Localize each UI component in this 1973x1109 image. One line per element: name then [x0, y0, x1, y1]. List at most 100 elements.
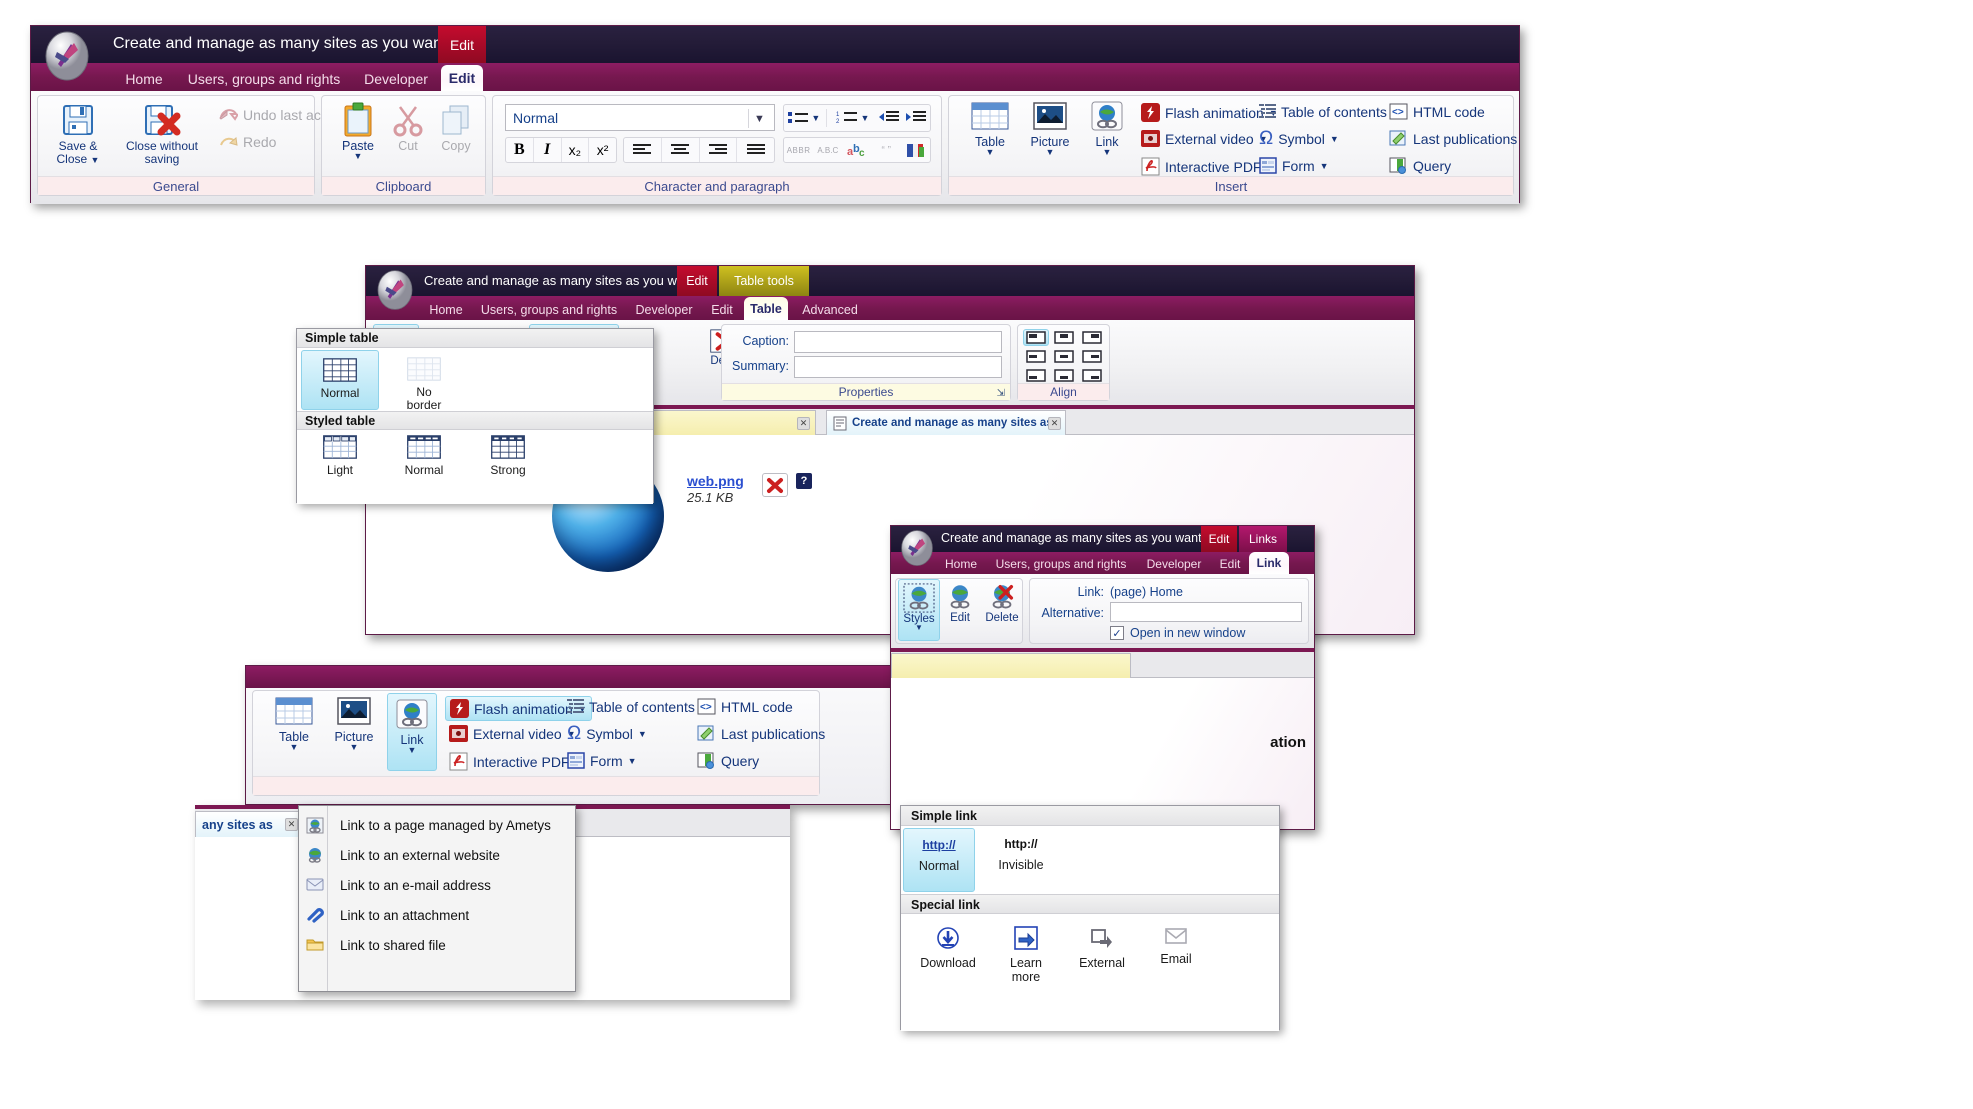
table-style-normal2-option[interactable]: Normal — [385, 434, 463, 477]
special-link-download-option[interactable]: Download — [907, 926, 989, 971]
tab-developer-3[interactable]: Developer — [1139, 554, 1209, 574]
insert-link-caret-icon-2[interactable]: ▼ — [408, 747, 417, 753]
insert-toc-button[interactable]: Table of contents — [1259, 103, 1387, 120]
cut-button[interactable]: Cut — [384, 102, 432, 153]
insert-query-button[interactable]: Query — [1389, 157, 1451, 174]
italic-button[interactable]: I — [534, 138, 562, 162]
insert-last-publications-button[interactable]: Last publications — [1389, 130, 1517, 147]
menu-item-link-page[interactable]: Link to a page managed by Ametys — [299, 810, 575, 840]
document-tab-page-2-close-icon[interactable]: ✕ — [285, 818, 298, 831]
caption-input[interactable] — [794, 331, 1002, 353]
document-tab-page-close-icon[interactable]: ✕ — [1048, 417, 1061, 430]
bullet-list-button[interactable] — [784, 110, 811, 126]
insert-form-caret-icon[interactable]: ▼ — [1320, 163, 1329, 169]
menu-item-link-external[interactable]: Link to an external website — [299, 840, 575, 870]
abbr-button[interactable]: ABBR — [784, 146, 813, 155]
table-style-light-option[interactable]: Light — [301, 434, 379, 477]
document-tab-page[interactable]: Create and manage as many sites as ✕ — [826, 410, 1066, 435]
insert-flash-button[interactable]: Flash animation ▼ — [1141, 103, 1278, 122]
special-link-external-option[interactable]: External — [1063, 926, 1141, 971]
tab-advanced[interactable]: Advanced — [794, 299, 866, 320]
insert-symbol-button[interactable]: Ω Symbol ▼ — [1259, 130, 1339, 147]
insert-form-caret-icon-2[interactable]: ▼ — [628, 758, 637, 764]
open-in-new-window-row[interactable]: ✓ Open in new window — [1110, 626, 1245, 640]
document-tab-3[interactable] — [891, 653, 1131, 678]
alternative-input[interactable] — [1110, 602, 1302, 622]
insert-symbol-caret-icon-2[interactable]: ▼ — [638, 731, 647, 737]
tab-edit-2[interactable]: Edit — [704, 299, 740, 320]
insert-toc-button-2[interactable]: Table of contents — [567, 698, 695, 715]
insert-link-caret-icon[interactable]: ▼ — [1103, 149, 1112, 155]
link-style-invisible-option[interactable]: http:// Invisible — [981, 828, 1061, 873]
insert-query-button-2[interactable]: Query — [697, 752, 759, 769]
tab-table[interactable]: Table — [744, 297, 788, 320]
open-new-window-checkbox[interactable]: ✓ — [1110, 626, 1124, 640]
table-style-normal-option[interactable]: Normal — [301, 350, 379, 410]
align-bottom-left-button[interactable] — [1023, 367, 1049, 384]
insert-link-button[interactable]: Link ▼ — [1083, 100, 1131, 155]
align-middle-left-button[interactable] — [1023, 348, 1049, 365]
insert-html-code-button[interactable]: <> HTML code — [1389, 103, 1485, 120]
align-top-left-button[interactable] — [1023, 329, 1049, 346]
tab-link[interactable]: Link — [1249, 552, 1289, 574]
close-without-saving-button[interactable]: Close without saving — [112, 102, 212, 165]
menu-item-link-email[interactable]: Link to an e-mail address — [299, 870, 575, 900]
paste-caret-icon[interactable]: ▼ — [354, 153, 363, 159]
properties-dialog-launcher-icon[interactable]: ⇲ — [997, 388, 1005, 399]
insert-external-video-button-2[interactable]: External video ▼ — [449, 725, 576, 742]
insert-form-button[interactable]: Form ▼ — [1259, 157, 1329, 174]
save-close-caret-icon[interactable]: ▼ — [91, 155, 100, 165]
align-middle-center-button[interactable] — [1051, 348, 1077, 365]
bold-button[interactable]: B — [506, 138, 534, 162]
dictionary-button[interactable] — [901, 141, 930, 159]
align-top-right-button[interactable] — [1079, 329, 1105, 346]
link-style-normal-option[interactable]: http:// Normal — [903, 828, 975, 892]
insert-external-video-button[interactable]: External video ▼ — [1141, 130, 1268, 147]
paste-button[interactable]: Paste ▼ — [332, 102, 384, 159]
tab-users-2[interactable]: Users, groups and rights — [474, 299, 624, 320]
insert-symbol-caret-icon[interactable]: ▼ — [1330, 136, 1339, 142]
menu-item-link-attachment[interactable]: Link to an attachment — [299, 900, 575, 930]
subscript-button[interactable]: x₂ — [562, 138, 590, 162]
tab-home[interactable]: Home — [117, 67, 171, 91]
chevron-down-icon[interactable]: ▼ — [748, 109, 770, 128]
align-center-button[interactable] — [662, 138, 700, 162]
link-styles-button[interactable]: Styles ▼ — [898, 579, 940, 641]
align-bottom-right-button[interactable] — [1079, 367, 1105, 384]
insert-interactive-pdf-button[interactable]: Interactive PDF ▼ — [1141, 157, 1275, 176]
insert-table-caret-icon-2[interactable]: ▼ — [290, 744, 299, 750]
tab-developer-2[interactable]: Developer — [628, 299, 700, 320]
superscript-button[interactable]: x² — [589, 138, 616, 162]
quote-button[interactable]: “ ” — [872, 145, 901, 156]
spellcheck-button[interactable]: abc — [842, 142, 871, 158]
paragraph-style-select[interactable]: Normal ▼ — [505, 104, 775, 131]
align-right-button[interactable] — [700, 138, 738, 162]
tab-home-2[interactable]: Home — [423, 299, 469, 320]
indent-button[interactable] — [903, 110, 930, 126]
insert-interactive-pdf-button-2[interactable]: Interactive PDF ▼ — [449, 752, 583, 771]
link-titlebar-tag-edit[interactable]: Edit — [1201, 526, 1237, 552]
insert-link-button-2[interactable]: Link ▼ — [387, 693, 437, 771]
align-middle-right-button[interactable] — [1079, 348, 1105, 365]
insert-table-caret-icon[interactable]: ▼ — [986, 149, 995, 155]
insert-table-button[interactable]: Table ▼ — [961, 100, 1019, 155]
align-left-button[interactable] — [624, 138, 662, 162]
insert-picture-caret-icon-2[interactable]: ▼ — [350, 744, 359, 750]
special-link-email-option[interactable]: Email — [1145, 926, 1207, 967]
insert-last-publications-button-2[interactable]: Last publications — [697, 725, 825, 742]
numbered-list-caret-icon[interactable]: ▼ — [860, 115, 869, 121]
help-button[interactable]: ? — [796, 473, 812, 489]
outdent-button[interactable] — [875, 110, 902, 126]
special-link-learn-more-option[interactable]: Learn more — [995, 926, 1057, 985]
acronym-button[interactable]: A.B.C — [813, 146, 842, 155]
link-styles-caret-icon[interactable]: ▼ — [915, 625, 923, 631]
titlebar-tag-edit[interactable]: Edit — [438, 26, 486, 63]
table-style-no-border-option[interactable]: No border — [385, 350, 463, 412]
insert-picture-button[interactable]: Picture ▼ — [1019, 100, 1081, 155]
tab-developer[interactable]: Developer — [355, 67, 437, 91]
insert-picture-button-2[interactable]: Picture ▼ — [323, 695, 385, 750]
link-edit-button[interactable]: Edit — [940, 579, 980, 624]
copy-button[interactable]: Copy — [432, 102, 480, 153]
align-top-center-button[interactable] — [1051, 329, 1077, 346]
summary-input[interactable] — [794, 356, 1002, 378]
